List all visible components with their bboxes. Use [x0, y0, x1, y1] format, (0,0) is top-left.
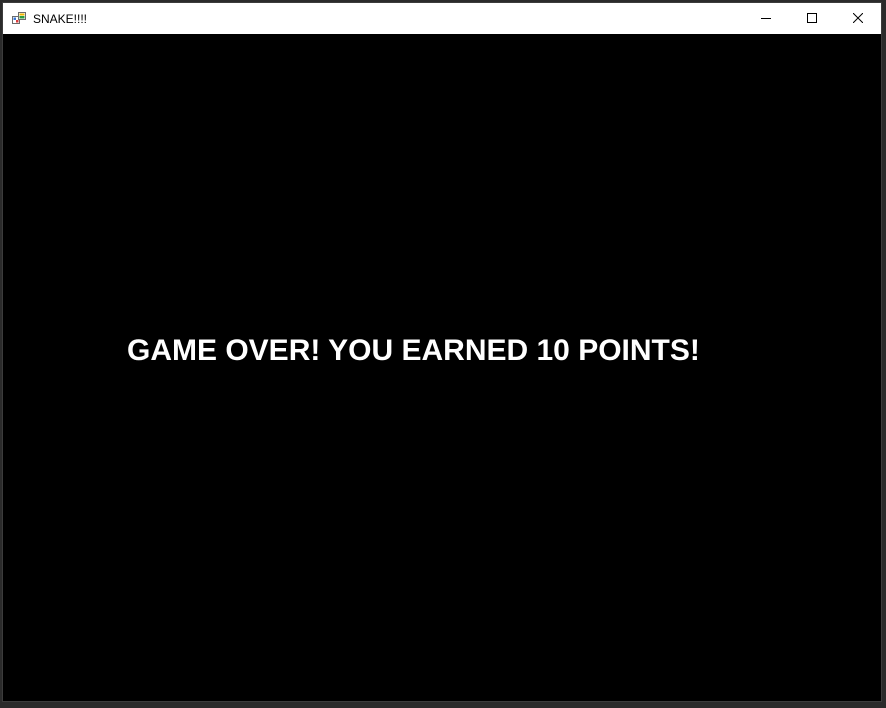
maximize-button[interactable] [789, 3, 835, 34]
title-bar[interactable]: SNAKE!!!! [3, 3, 881, 34]
game-canvas[interactable]: GAME OVER! YOU EARNED 10 POINTS! [3, 34, 881, 701]
game-over-message: GAME OVER! YOU EARNED 10 POINTS! [127, 334, 700, 367]
app-icon[interactable] [11, 11, 27, 27]
app-window: SNAKE!!!! GAME OVER! YOU EARNED 10 POINT… [2, 2, 882, 702]
maximize-icon [807, 10, 817, 28]
minimize-button[interactable] [743, 3, 789, 34]
close-icon [852, 10, 864, 28]
window-title: SNAKE!!!! [33, 11, 88, 26]
minimize-icon [761, 10, 771, 28]
close-button[interactable] [835, 3, 881, 34]
caption-buttons [743, 3, 881, 34]
